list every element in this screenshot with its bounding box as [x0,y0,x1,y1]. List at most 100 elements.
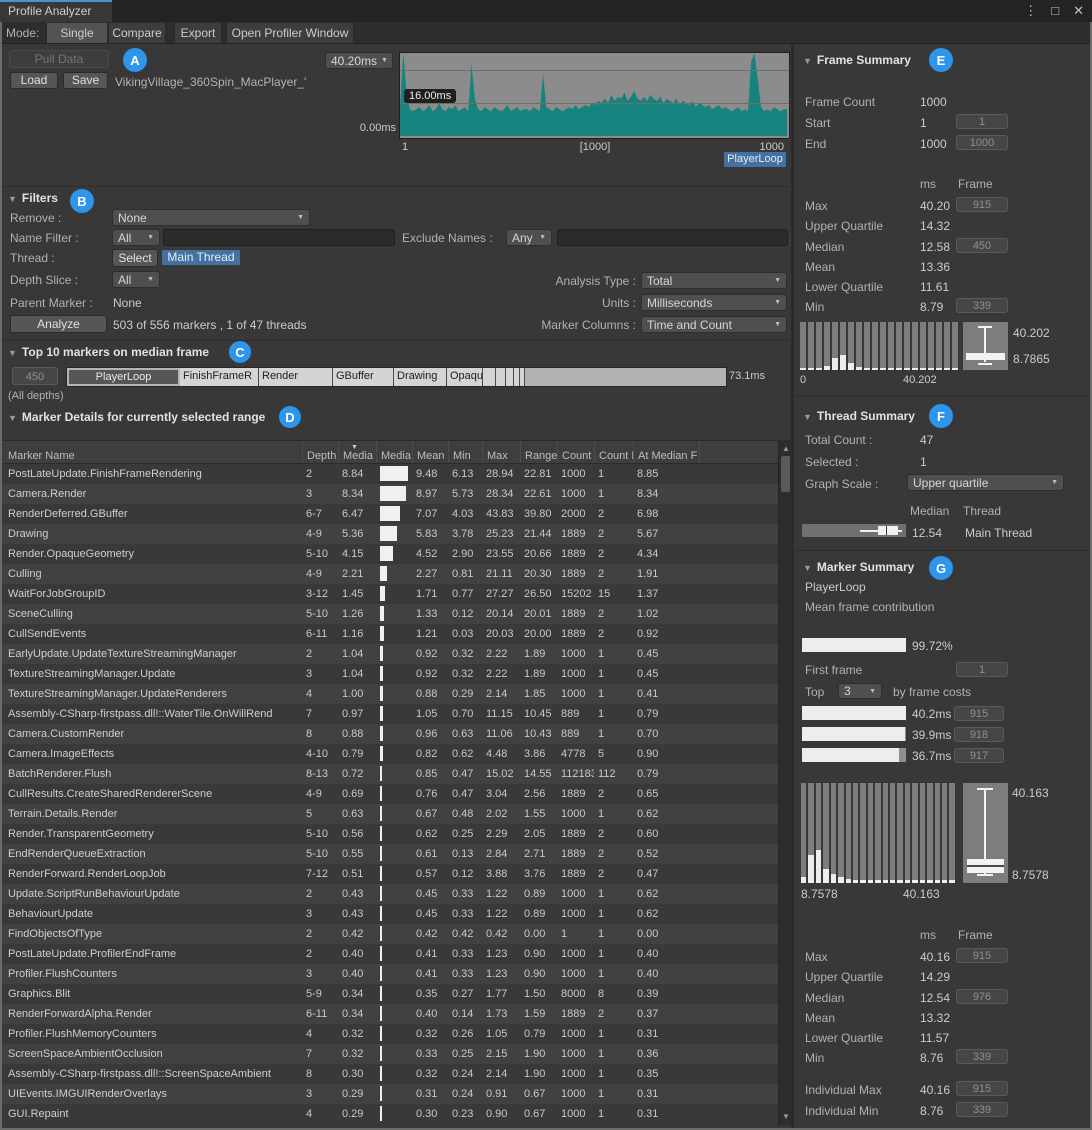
depth-slice-dropdown[interactable]: All▼ [112,271,160,288]
table-row[interactable]: TextureStreamingManager.Update31.040.920… [0,664,778,684]
scrollbar-thumb[interactable] [781,456,790,492]
mode-single-button[interactable]: Single [46,23,108,43]
table-row[interactable]: BatchRenderer.Flush8-130.720.850.4715.02… [0,764,778,784]
marker-details-section-header[interactable]: ▼Marker Details for currently selected r… [8,410,265,424]
frame-cost-bar-1[interactable] [802,706,906,720]
table-row[interactable]: Graphics.Blit5-90.340.350.271.771.508000… [0,984,778,1004]
table-row[interactable]: BehaviourUpdate30.430.450.331.220.891000… [0,904,778,924]
frame-number-box[interactable]: 915 [956,1081,1008,1096]
load-button[interactable]: Load [10,72,58,89]
frame-cost-bar-2[interactable] [802,727,906,741]
top-n-dropdown[interactable]: 3▼ [838,683,882,699]
first-frame-box[interactable]: 1 [956,662,1008,677]
table-row[interactable]: Terrain.Details.Render50.630.670.482.021… [0,804,778,824]
table-row[interactable]: FindObjectsOfType20.420.420.420.420.0011… [0,924,778,944]
table-row[interactable]: Camera.ImageEffects4-100.790.820.624.483… [0,744,778,764]
top10-segment-opaqu[interactable]: Opaqu [447,368,483,386]
column-header-At Median F[interactable]: At Median F [633,441,699,463]
column-header-Marker Name[interactable]: Marker Name [0,441,302,463]
top10-segment[interactable] [483,368,496,386]
frame-cost-frame-2[interactable]: 918 [954,727,1004,742]
frame-number-box[interactable]: 339 [956,1102,1008,1117]
table-row[interactable]: GUI.Repaint40.290.300.230.900.67100010.3… [0,1104,778,1124]
graph-scale-dropdown[interactable]: Upper quartile▼ [907,474,1064,491]
analysis-type-dropdown[interactable]: Total▼ [641,272,787,289]
column-header-Min[interactable]: Min [448,441,482,463]
frame-time-chart[interactable]: 16.00ms [399,52,790,139]
column-header-Count[interactable]: Count [557,441,594,463]
top10-segment-drawing[interactable]: Drawing [394,368,447,386]
column-header-Count Fra[interactable]: Count Fra [594,441,633,463]
table-row[interactable]: RenderForward.RenderLoopJob7-120.510.570… [0,864,778,884]
table-scrollbar[interactable]: ▲ ▼ [778,440,792,1125]
table-row[interactable]: Profiler.FlushMemoryCounters40.320.320.2… [0,1024,778,1044]
table-row[interactable]: Render.OpaqueGeometry5-104.154.522.9023.… [0,544,778,564]
table-row[interactable]: SceneCulling5-101.261.330.1220.1420.0118… [0,604,778,624]
top10-segment[interactable] [525,368,726,386]
frame-number-box[interactable]: 339 [956,1049,1008,1064]
table-row[interactable]: RenderForwardAlpha.Render6-110.340.400.1… [0,1004,778,1024]
table-row[interactable]: RenderDeferred.GBuffer6-76.477.074.0343.… [0,504,778,524]
table-row[interactable]: CullSendEvents6-111.161.210.0320.0320.00… [0,624,778,644]
top10-marker-bar[interactable]: PlayerLoopFinishFrameRRenderGBufferDrawi… [66,367,727,387]
top10-segment[interactable] [496,368,506,386]
frame-summary-header[interactable]: ▼Frame Summary [803,53,911,67]
table-row[interactable]: Culling4-92.212.270.8121.1120.30188921.9… [0,564,778,584]
name-filter-input[interactable] [163,229,395,246]
selected-marker-chip[interactable]: PlayerLoop [724,152,786,167]
top10-segment-gbuffer[interactable]: GBuffer [333,368,394,386]
table-row[interactable]: Assembly-CSharp-firstpass.dll!::ScreenSp… [0,1064,778,1084]
exclude-mode-dropdown[interactable]: Any▼ [506,229,552,246]
mode-compare-button[interactable]: Compare [108,23,166,43]
units-dropdown[interactable]: Milliseconds▼ [641,294,787,311]
filters-section-header[interactable]: ▼Filters [8,191,58,205]
frame-number-box[interactable]: 1000 [956,135,1008,150]
name-filter-mode-dropdown[interactable]: All▼ [112,229,160,246]
table-row[interactable]: EndRenderQueueExtraction5-100.550.610.13… [0,844,778,864]
top10-segment-playerloop[interactable]: PlayerLoop [67,368,180,386]
column-header-spacer[interactable] [699,441,778,463]
frame-number-box[interactable]: 339 [956,298,1008,313]
table-row[interactable]: ScreenSpaceAmbientOcclusion70.320.330.25… [0,1044,778,1064]
table-row[interactable]: Assembly-CSharp-firstpass.dll!::WaterTil… [0,704,778,724]
column-header-Max[interactable]: Max [482,441,520,463]
thread-select-button[interactable]: Select [112,249,158,267]
frame-cost-frame-3[interactable]: 917 [954,748,1004,763]
thread-summary-header[interactable]: ▼Thread Summary [803,409,915,423]
panel-divider[interactable] [791,44,794,1130]
marker-summary-header[interactable]: ▼Marker Summary [803,560,914,574]
frame-number-box[interactable]: 976 [956,989,1008,1004]
table-row[interactable]: UIEvents.IMGUIRenderOverlays30.290.310.2… [0,1084,778,1104]
remove-dropdown[interactable]: None▼ [112,209,310,226]
table-row[interactable]: EarlyUpdate.UpdateTextureStreamingManage… [0,644,778,664]
table-row[interactable]: Drawing4-95.365.833.7825.2321.44188925.6… [0,524,778,544]
column-header-Range[interactable]: Range [520,441,557,463]
thread-value-chip[interactable]: Main Thread [162,250,240,265]
frame-number-box[interactable]: 915 [956,197,1008,212]
table-row[interactable]: Update.ScriptRunBehaviourUpdate20.430.45… [0,884,778,904]
table-row[interactable]: Render.TransparentGeometry5-100.560.620.… [0,824,778,844]
exclude-names-input[interactable] [557,229,788,246]
analyze-button[interactable]: Analyze [10,315,107,333]
tab-profile-analyzer[interactable]: Profile Analyzer [0,0,112,22]
export-button[interactable]: Export [174,23,222,43]
table-row[interactable]: Profiler.FlushCounters30.400.410.331.230… [0,964,778,984]
table-row[interactable]: WaitForJobGroupID3-121.451.710.7727.2726… [0,584,778,604]
top10-segment[interactable] [506,368,514,386]
column-header-Depth[interactable]: Depth [302,441,338,463]
column-header-Media[interactable]: Media [376,441,412,463]
table-row[interactable]: TextureStreamingManager.UpdateRenderers4… [0,684,778,704]
frame-cost-frame-1[interactable]: 915 [954,706,1004,721]
column-header-Media[interactable]: Media▼ [338,441,376,463]
table-row[interactable]: Camera.Render38.348.975.7328.3422.611000… [0,484,778,504]
save-button[interactable]: Save [63,72,108,89]
top10-segment-render[interactable]: Render [259,368,333,386]
frame-time-dropdown[interactable]: 40.20ms▼ [325,52,393,69]
frame-number-box[interactable]: 1 [956,114,1008,129]
table-row[interactable]: PostLateUpdate.FinishFrameRendering28.84… [0,464,778,484]
table-row[interactable]: Camera.CustomRender80.880.960.6311.0610.… [0,724,778,744]
frame-number-box[interactable]: 450 [956,238,1008,253]
close-icon[interactable]: ✕ [1073,3,1084,19]
maximize-icon[interactable]: □ [1051,3,1059,19]
frame-cost-bar-3[interactable] [802,748,906,762]
